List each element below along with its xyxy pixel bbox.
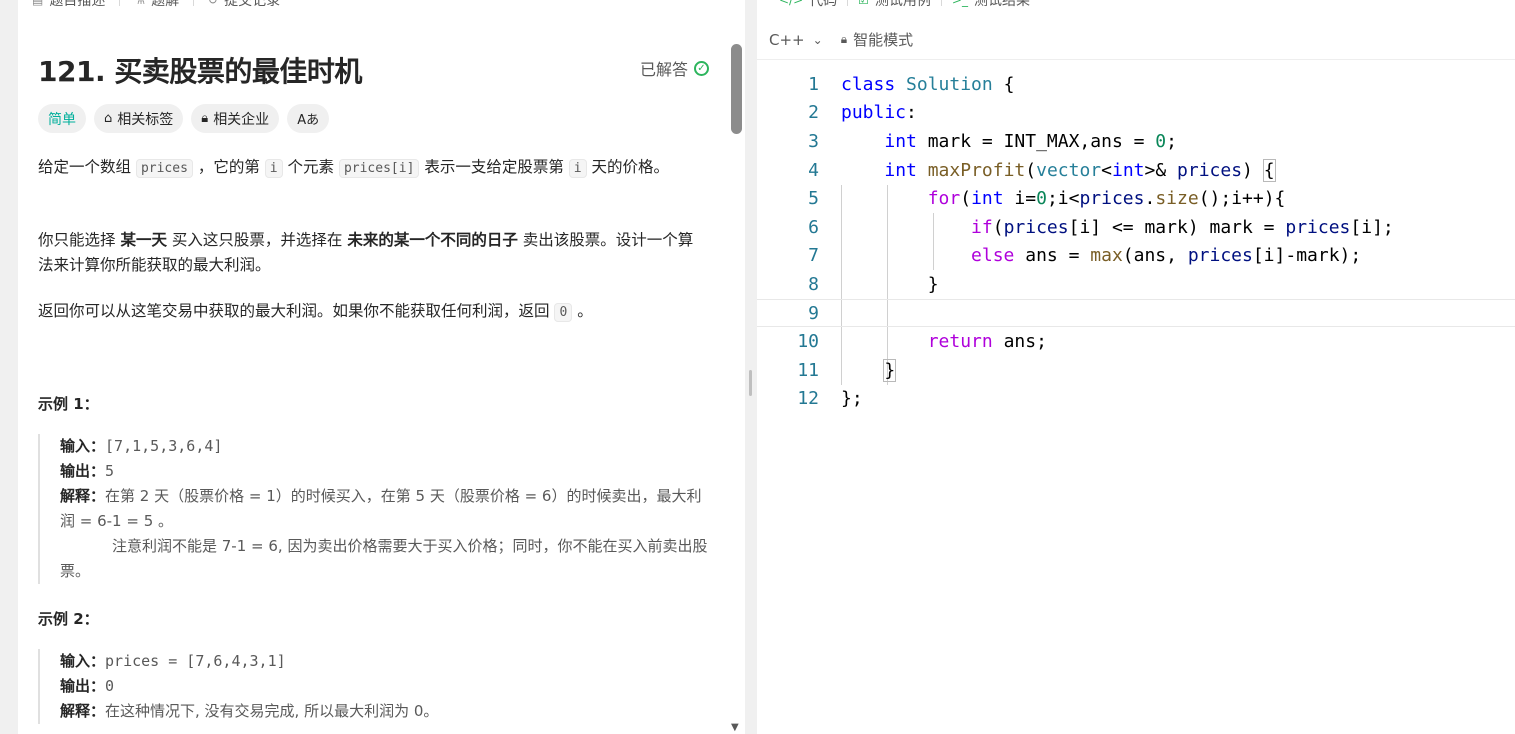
chevron-down-icon: ⌄ — [812, 32, 823, 47]
app-root: ▤ 题目描述 ⚗ 题解 ↺ 提交记录 121. 买卖股票的最佳时机 已解答 ✓ … — [0, 0, 1515, 734]
inline-code: prices[i] — [338, 159, 420, 178]
tab-submissions[interactable]: ↺ 提交记录 — [194, 0, 294, 10]
tab-label: 测试用例 — [874, 0, 931, 9]
tag-icon: ⌂ — [104, 111, 113, 126]
example-1-block: 输入：[7,1,5,3,6,4] 输出：5 解释：在第 2 天（股票价格 = 1… — [38, 434, 708, 584]
description-paragraph-1: 给定一个数组 prices ，它的第 i 个元素 prices[i] 表示一支给… — [38, 158, 670, 178]
left-tab-bar: ▤ 题目描述 ⚗ 题解 ↺ 提交记录 — [18, 0, 294, 10]
example-2-title: 示例 2： — [38, 610, 99, 628]
tab-description[interactable]: ▤ 题目描述 — [18, 0, 119, 10]
inline-code: i — [264, 159, 283, 178]
code-line: 5 for(int i=0;i<prices.size();i++){ — [808, 188, 1286, 210]
example-1-title: 示例 1： — [38, 395, 99, 413]
code-icon: </> — [779, 0, 804, 7]
code-line: 12}; — [797, 388, 863, 410]
tab-label: 测试结果 — [973, 0, 1030, 9]
code-panel: </> 代码 ☑ 测试用例 >_ 测试结果 C++ ⌄ 🔒︎ 智能模式 1 cl… — [757, 0, 1515, 734]
history-icon: ↺ — [208, 0, 219, 7]
difficulty-badge: 简单 — [38, 104, 86, 133]
code-line: 4 int maxProfit(vector<int>& prices) { — [808, 158, 1276, 182]
related-companies-label: 相关企业 — [213, 111, 270, 128]
smart-mode-toggle[interactable]: 🔒︎ 智能模式 — [841, 29, 913, 50]
description-paragraph-3: 返回你可以从这笔交易中获取的最大利润。如果你不能获取任何利润，返回 0 。 — [38, 302, 593, 322]
mode-label: 智能模式 — [853, 31, 914, 49]
inline-code: 0 — [554, 303, 573, 322]
description-scrollbar[interactable] — [731, 44, 742, 134]
terminal-icon: >_ — [951, 0, 968, 7]
code-line-current: 9 — [757, 298, 1515, 328]
lock-icon: 🔒︎ — [840, 32, 848, 46]
translate-icon: Aあ — [297, 113, 320, 128]
tab-test-result[interactable]: >_ 测试结果 — [942, 0, 1040, 10]
check-circle-icon: ✓ — [694, 60, 709, 76]
description-panel: ▤ 题目描述 ⚗ 题解 ↺ 提交记录 121. 买卖股票的最佳时机 已解答 ✓ … — [18, 0, 745, 734]
tab-label: 代码 — [809, 0, 838, 9]
tag-row: 简单 ⌂ 相关标签 🔒︎ 相关企业 Aあ — [38, 104, 330, 133]
inline-code: i — [568, 159, 587, 178]
inline-code: prices — [135, 159, 193, 178]
related-tags-button[interactable]: ⌂ 相关标签 — [94, 104, 184, 133]
tab-testcase[interactable]: ☑ 测试用例 — [848, 0, 941, 10]
problem-title: 121. 买卖股票的最佳时机 — [38, 55, 362, 88]
tab-label: 题解 — [151, 0, 180, 9]
tab-code[interactable]: </> 代码 — [769, 0, 847, 10]
right-tab-bar: </> 代码 ☑ 测试用例 >_ 测试结果 — [769, 0, 1040, 10]
panel-divider[interactable] — [745, 0, 757, 734]
code-line: 11 } — [797, 358, 897, 382]
language-select[interactable]: C++ ⌄ — [769, 31, 823, 49]
tab-label: 提交记录 — [224, 0, 281, 9]
editor-toolbar: C++ ⌄ 🔒︎ 智能模式 — [757, 20, 1515, 60]
translate-button[interactable]: Aあ — [287, 104, 330, 133]
solved-status: 已解答 ✓ — [640, 56, 709, 80]
tab-label: 题目描述 — [49, 0, 106, 9]
related-companies-button[interactable]: 🔒︎ 相关企业 — [191, 104, 280, 133]
code-line: 6 if(prices[i] <= mark) mark = prices[i]… — [808, 216, 1394, 238]
code-line: 7 else ans = max(ans, prices[i]-mark); — [808, 245, 1362, 267]
tab-solutions[interactable]: ⚗ 题解 — [120, 0, 193, 10]
code-line: 2 public: — [808, 102, 917, 124]
code-line: 10 return ans; — [797, 331, 1047, 353]
scroll-down-icon[interactable]: ▼ — [731, 722, 739, 733]
doc-icon: ▤ — [32, 0, 44, 7]
flask-icon: ⚗ — [134, 0, 146, 7]
code-line: 8 } — [808, 273, 939, 295]
lock-icon: 🔒︎ — [201, 111, 209, 126]
checkbox-icon: ☑ — [858, 0, 869, 7]
code-line: 3 int mark = INT_MAX,ans = 0; — [808, 130, 1177, 152]
related-tags-label: 相关标签 — [117, 111, 174, 128]
code-line: 1 class Solution { — [808, 73, 1015, 95]
code-editor[interactable]: 1 class Solution { 2 public: 3 int mark = … — [757, 70, 1515, 413]
example-2-block: 输入：prices = [7,6,4,3,1] 输出：0 解释：在这种情况下, … — [38, 649, 708, 724]
language-label: C++ — [769, 30, 805, 49]
difficulty-label: 简单 — [48, 111, 76, 128]
description-paragraph-2: 你只能选择 某一天 买入这只股票，并选择在 未来的某一个不同的日子 卖出该股票。… — [38, 231, 694, 274]
solved-label: 已解答 — [639, 60, 688, 79]
drag-handle-icon[interactable] — [749, 370, 752, 396]
